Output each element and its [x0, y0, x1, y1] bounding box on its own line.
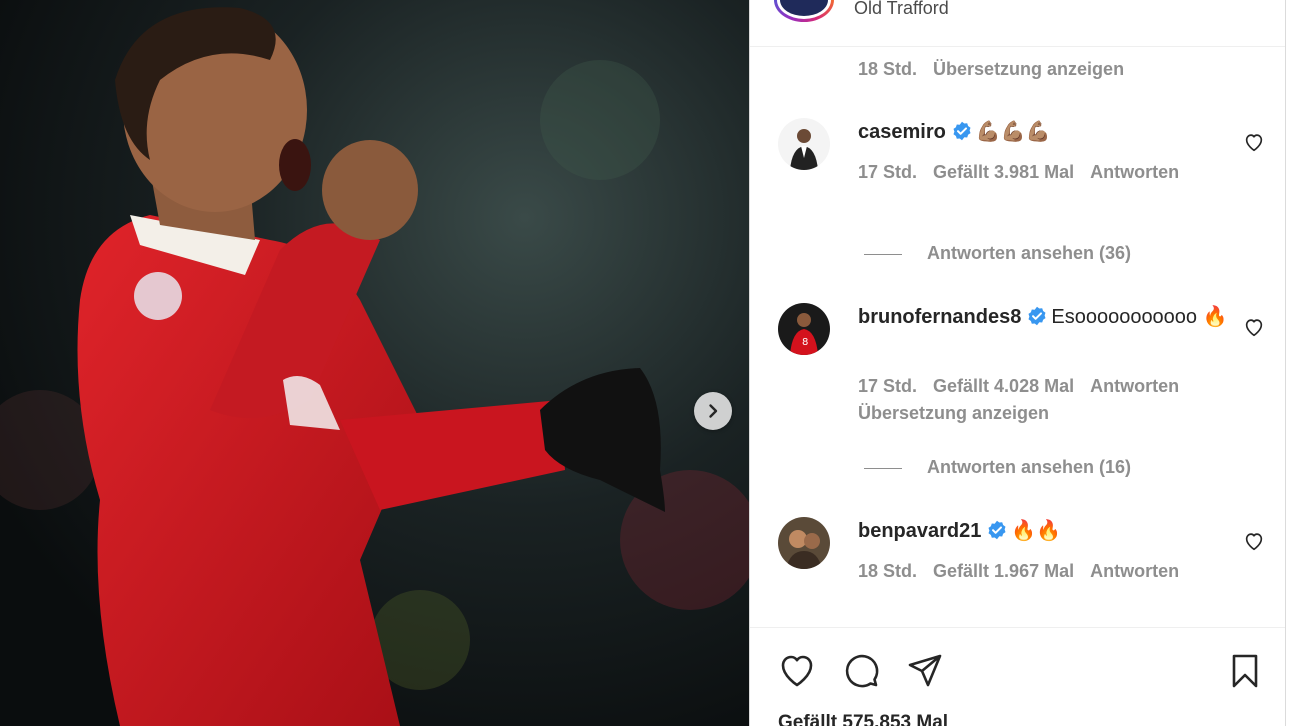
comment-text: 💪🏽💪🏽💪🏽 [975, 121, 1051, 143]
verified-badge-icon [953, 121, 971, 141]
like-heart-icon[interactable] [778, 652, 816, 690]
comment-likes[interactable]: Gefällt 4.028 Mal [933, 376, 1074, 396]
reply-link[interactable]: Antworten [1090, 376, 1179, 396]
caption-translate-link[interactable]: Übersetzung anzeigen [933, 59, 1124, 79]
comment-body: casemiro 💪🏽💪🏽💪🏽 [858, 118, 1228, 147]
avatar[interactable] [778, 118, 830, 170]
bookmark-icon[interactable] [1226, 652, 1264, 690]
view-replies-label: Antworten ansehen (36) [927, 243, 1132, 263]
comment-like-heart-icon[interactable] [1243, 316, 1265, 338]
comment-likes[interactable]: Gefällt 1.967 Mal [933, 561, 1074, 581]
post-likes-count[interactable]: Gefällt 575.853 Mal [778, 712, 948, 726]
comment-like-heart-icon[interactable] [1243, 530, 1265, 552]
comment-like-heart-icon[interactable] [1243, 131, 1265, 153]
comment-icon[interactable] [842, 652, 880, 690]
reply-link[interactable]: Antworten [1090, 561, 1179, 581]
comment-username[interactable]: brunofernandes8 [858, 306, 1021, 328]
comment-time[interactable]: 17 Std. [858, 162, 917, 182]
comment-time[interactable]: 18 Std. [858, 561, 917, 581]
reply-link[interactable]: Antworten [1090, 162, 1179, 182]
comment-translate-link[interactable]: Übersetzung anzeigen [858, 403, 1049, 423]
player-celebration-photo [0, 0, 749, 726]
comment-username[interactable]: benpavard21 [858, 520, 981, 542]
verified-badge-icon [1028, 306, 1046, 326]
chevron-right-icon [709, 404, 718, 418]
comment-text: Esooooooooooo 🔥 [1051, 306, 1228, 328]
comment-meta: 17 Std. Gefällt 3.981 Mal Antworten [858, 162, 1195, 183]
comment-translate-row: Übersetzung anzeigen [858, 403, 1065, 424]
comment-username[interactable]: casemiro [858, 121, 946, 143]
comment-meta: 17 Std. Gefällt 4.028 Mal Antworten [858, 376, 1195, 397]
svg-text:8: 8 [802, 337, 808, 348]
verified-badge-icon [988, 520, 1006, 540]
replies-divider [864, 253, 902, 255]
author-avatar[interactable] [774, 0, 834, 22]
comment-time[interactable]: 17 Std. [858, 376, 917, 396]
avatar[interactable] [778, 517, 830, 569]
comment-body: brunofernandes8 Esooooooooooo 🔥 [858, 303, 1228, 332]
post-header: Old Trafford [750, 0, 1285, 47]
next-image-button[interactable] [694, 392, 732, 430]
view-replies-button[interactable]: Antworten ansehen (16) [864, 457, 1131, 478]
replies-divider [864, 467, 902, 469]
post-location[interactable]: Old Trafford [854, 0, 949, 19]
send-icon[interactable] [906, 652, 944, 690]
comments-panel: Old Trafford 18 Std. Übersetzung anzeigen… [749, 0, 1286, 726]
comment-meta: 18 Std. Gefällt 1.967 Mal Antworten [858, 561, 1195, 582]
view-replies-label: Antworten ansehen (16) [927, 457, 1132, 477]
caption-time[interactable]: 18 Std. [858, 59, 917, 79]
avatar[interactable]: 8 [778, 303, 830, 355]
comment-likes[interactable]: Gefällt 3.981 Mal [933, 162, 1074, 182]
comment-body: benpavard21 🔥🔥 [858, 517, 1228, 546]
caption-meta: 18 Std. Übersetzung anzeigen [858, 59, 1140, 80]
comment-text: 🔥🔥 [1011, 520, 1062, 542]
post-image [0, 0, 749, 726]
view-replies-button[interactable]: Antworten ansehen (36) [864, 243, 1131, 264]
